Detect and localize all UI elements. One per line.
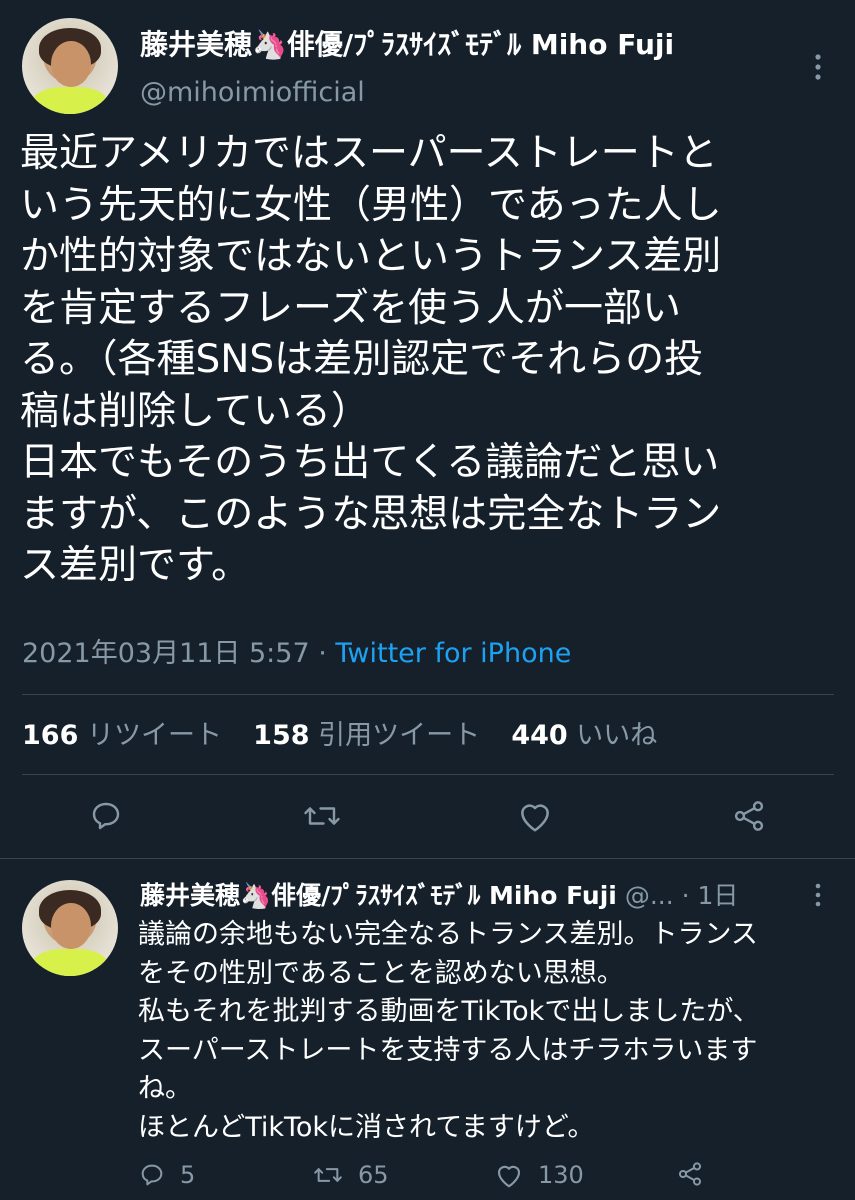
like-count: 130 (538, 1161, 584, 1189)
reply-handle[interactable]: @... (625, 881, 674, 910)
main-display-name[interactable]: 藤井美穂🦄俳優/ﾌﾟﾗｽｻｲｽﾞﾓﾃﾞﾙ Miho Fuji (140, 28, 674, 62)
more-vertical-icon[interactable] (806, 52, 830, 82)
likes-stat[interactable]: 440 いいね (511, 720, 657, 751)
reply-icon (138, 1161, 166, 1189)
divider-bottom-stats (22, 774, 834, 775)
heart-icon (494, 1161, 524, 1189)
main-avatar[interactable] (22, 18, 118, 114)
retweets-stat[interactable]: 166 リツイート (22, 720, 222, 751)
retweet-count: 65 (358, 1161, 389, 1189)
tweet-meta: 2021年03月11日 5:57 · Twitter for iPhone (22, 637, 571, 671)
reply-display-name[interactable]: 藤井美穂🦄俳優/ﾌﾟﾗｽｻｲｽﾞﾓﾃﾞﾙ Miho Fuji (140, 881, 617, 910)
reply-time-separator: · (673, 881, 698, 910)
reply-avatar[interactable] (22, 880, 118, 976)
main-handle[interactable]: @mihoimiofficial (140, 76, 365, 110)
reply-action-reply[interactable]: 5 (138, 1160, 195, 1190)
reply-header: 藤井美穂🦄俳優/ﾌﾟﾗｽｻｲｽﾞﾓﾃﾞﾙ Miho Fuji @... · 1日 (140, 880, 738, 912)
divider-top-stats (22, 694, 834, 695)
reply-tweet-text: 議論の余地もない完全なるトランス差別。トランス をその性別であることを認めない思… (138, 919, 760, 1143)
quotes-stat[interactable]: 158 引用ツイート (253, 720, 480, 751)
share-icon[interactable] (676, 1160, 704, 1188)
tweet-timestamp[interactable]: 2021年03月11日 5:57 (22, 638, 310, 669)
reply-count: 5 (180, 1161, 196, 1189)
reply-time[interactable]: 1日 (698, 881, 739, 910)
divider-thread (0, 858, 855, 859)
share-icon[interactable] (731, 798, 767, 834)
reply-icon[interactable] (88, 798, 124, 834)
tweet-source-link[interactable]: Twitter for iPhone (335, 638, 571, 669)
retweet-icon[interactable] (302, 798, 342, 834)
heart-icon[interactable] (516, 798, 554, 834)
tweet-stats: 166 リツイート 158 引用ツイート 440 いいね (22, 719, 657, 753)
retweet-icon (312, 1161, 344, 1189)
reply-action-retweet[interactable]: 65 (312, 1160, 389, 1190)
meta-separator: · (309, 638, 336, 669)
reply-more-vertical-icon[interactable] (808, 882, 828, 908)
main-tweet-text: 最近アメリカではスーパーストレートと いう先天的に女性（男性）であった人し か性… (20, 131, 722, 588)
reply-action-like[interactable]: 130 (494, 1160, 584, 1190)
